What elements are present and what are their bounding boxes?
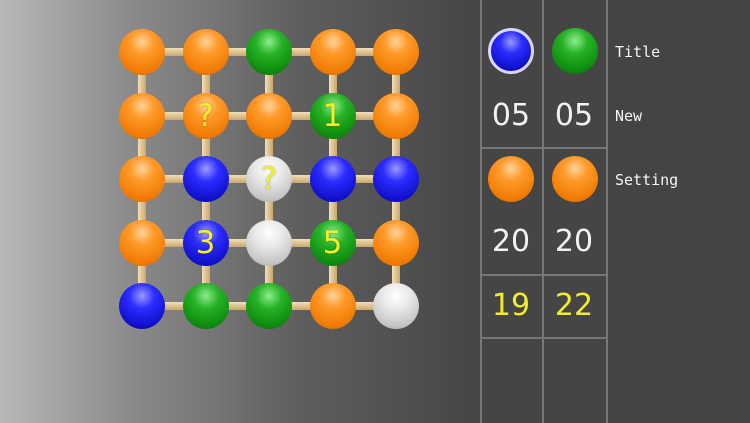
- board-ball-orange[interactable]: [309, 283, 356, 329]
- board-ball-white[interactable]: ?: [246, 156, 292, 202]
- player1-score: 19: [491, 288, 531, 323]
- board-ball-orange[interactable]: [373, 29, 419, 75]
- panel-divider: [480, 337, 608, 339]
- game-board: ? 1? 3 5: [0, 0, 480, 423]
- panel-divider: [480, 147, 608, 149]
- board-ball-blue[interactable]: [373, 156, 419, 202]
- player2-total: 20: [554, 224, 594, 259]
- player2-ball[interactable]: [552, 28, 598, 74]
- panel-divider: [480, 0, 482, 423]
- panel-divider: [480, 274, 608, 276]
- board-ball-orange[interactable]: [373, 219, 419, 266]
- board-ball-blue[interactable]: 3: [182, 219, 229, 266]
- board-ball-blue[interactable]: [309, 156, 356, 202]
- board-ball-white[interactable]: [246, 219, 292, 266]
- board-ball-orange[interactable]: [309, 29, 356, 75]
- board-ball-green[interactable]: [246, 283, 292, 329]
- player2-count: 05: [554, 98, 594, 133]
- board-ball-orange[interactable]: [119, 92, 165, 139]
- setting-button[interactable]: Setting: [615, 171, 678, 189]
- player2-row2-ball: [552, 156, 598, 202]
- board-ball-blue[interactable]: [119, 283, 165, 329]
- player1-total: 20: [491, 224, 531, 259]
- score-panel: 05 05 20 20 19 22: [480, 0, 608, 423]
- board-ball-green[interactable]: 1: [309, 92, 356, 139]
- board-ball-green[interactable]: 5: [309, 219, 356, 266]
- board-ball-orange[interactable]: [119, 156, 165, 202]
- board-ball-orange[interactable]: [119, 219, 165, 266]
- panel-divider: [606, 0, 608, 423]
- board-ball-orange[interactable]: [373, 92, 419, 139]
- new-game-button[interactable]: New: [615, 107, 642, 125]
- board-ball-green[interactable]: [246, 29, 292, 75]
- board-ball-blue[interactable]: [182, 156, 229, 202]
- board-ball-orange[interactable]: [182, 29, 229, 75]
- board-ball-orange[interactable]: [246, 92, 292, 139]
- player1-ball[interactable]: [488, 28, 534, 74]
- board-ball-white[interactable]: [373, 283, 419, 329]
- board-ball-orange[interactable]: [119, 29, 165, 75]
- panel-divider: [542, 0, 544, 423]
- title-button[interactable]: Title: [615, 43, 660, 61]
- player1-row2-ball: [488, 156, 534, 202]
- player1-count: 05: [491, 98, 531, 133]
- player2-score: 22: [554, 288, 594, 323]
- board-ball-orange[interactable]: ?: [182, 92, 229, 139]
- board-ball-green[interactable]: [182, 283, 229, 329]
